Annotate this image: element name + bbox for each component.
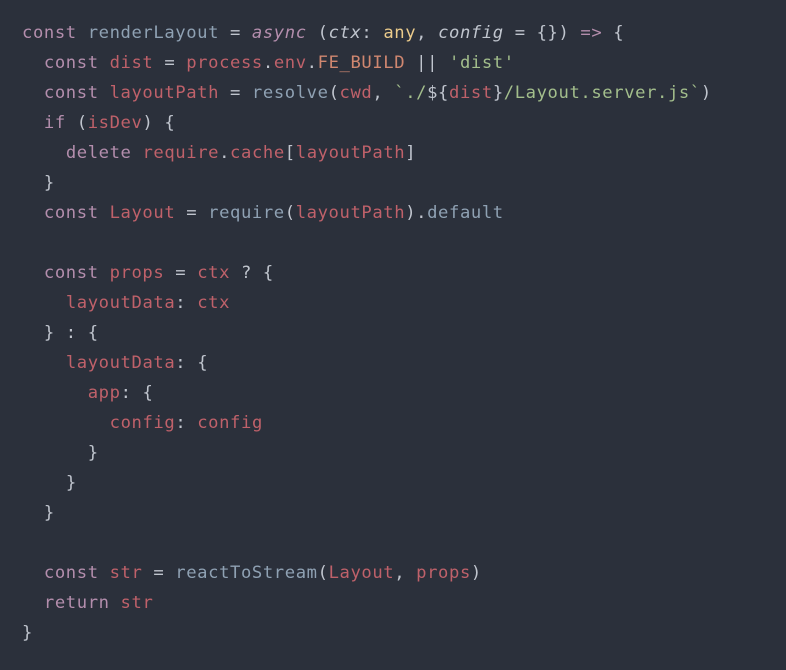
code-token: ).	[405, 203, 427, 223]
code-token: /Layout.server.js`	[504, 83, 701, 103]
code-token: )	[701, 83, 712, 103]
code-token: any	[383, 23, 416, 43]
code-token: =	[153, 53, 186, 73]
code-token: ${	[427, 83, 449, 103]
code-token: =	[175, 203, 208, 223]
code-token: layoutPath	[110, 83, 219, 103]
code-token: config	[110, 413, 176, 433]
code-token: ? {	[230, 263, 274, 283]
code-token: require	[142, 143, 219, 163]
code-token: process	[186, 53, 263, 73]
code-token: .	[219, 143, 230, 163]
code-token: (	[66, 113, 88, 133]
code-token: }	[66, 473, 77, 493]
code-token: const	[44, 263, 110, 283]
code-token: }	[493, 83, 504, 103]
code-token: cache	[230, 143, 285, 163]
code-token: =>	[580, 23, 602, 43]
code-token: ctx	[197, 293, 230, 313]
code-token: const	[44, 563, 110, 583]
code-token: props	[110, 263, 165, 283]
code-token: }	[44, 173, 55, 193]
code-token: const	[22, 23, 88, 43]
code-token: ctx	[197, 263, 230, 283]
code-editor: const renderLayout = async (ctx: any, co…	[0, 0, 786, 648]
code-token: } : {	[44, 323, 99, 343]
code-token: const	[44, 203, 110, 223]
code-token: (	[318, 563, 329, 583]
code-token: = {})	[504, 23, 581, 43]
code-token: :	[175, 293, 197, 313]
code-token: ) {	[142, 113, 175, 133]
code-token: :	[175, 413, 197, 433]
code-token: resolve	[252, 83, 329, 103]
code-token: .	[307, 53, 318, 73]
code-token: (	[329, 83, 340, 103]
code-token: }	[44, 503, 55, 523]
code-token: [	[285, 143, 296, 163]
code-token: if	[44, 113, 66, 133]
code-token: =	[142, 563, 175, 583]
code-token: isDev	[88, 113, 143, 133]
code-token: env	[274, 53, 307, 73]
code-token: dist	[110, 53, 154, 73]
code-token: Layout	[329, 563, 395, 583]
code-token: )	[471, 563, 482, 583]
code-token: (	[307, 23, 329, 43]
code-token: .	[263, 53, 274, 73]
code-token: (	[285, 203, 296, 223]
code-token: : {	[175, 353, 208, 373]
code-token: app	[88, 383, 121, 403]
code-token: :	[361, 23, 383, 43]
code-token: ]	[405, 143, 416, 163]
code-token: config	[438, 23, 504, 43]
code-token: ,	[394, 563, 416, 583]
code-token: str	[121, 593, 154, 613]
code-token: layoutPath	[296, 143, 405, 163]
code-token: require	[208, 203, 285, 223]
code-token: dist	[449, 83, 493, 103]
code-token: default	[427, 203, 504, 223]
code-token: props	[416, 563, 471, 583]
code-token: config	[197, 413, 263, 433]
code-token: : {	[121, 383, 154, 403]
code-token: 'dist'	[449, 53, 515, 73]
code-token: =	[219, 23, 252, 43]
code-token: reactToStream	[175, 563, 317, 583]
code-token: FE_BUILD	[318, 53, 406, 73]
code-token: =	[219, 83, 252, 103]
code-token: }	[88, 443, 99, 463]
code-token: layoutData	[66, 353, 175, 373]
code-token: const	[44, 83, 110, 103]
code-token: `./	[394, 83, 427, 103]
code-token: layoutData	[66, 293, 175, 313]
code-token: renderLayout	[88, 23, 219, 43]
code-token: const	[44, 53, 110, 73]
code-token: layoutPath	[296, 203, 405, 223]
code-token: delete	[66, 143, 143, 163]
code-token: cwd	[340, 83, 373, 103]
code-token: ||	[405, 53, 449, 73]
code-token: str	[110, 563, 143, 583]
code-token: {	[602, 23, 624, 43]
code-token: }	[22, 623, 33, 643]
code-token: async	[252, 23, 307, 43]
code-token: ,	[416, 23, 438, 43]
code-token: Layout	[110, 203, 176, 223]
code-token: ,	[372, 83, 394, 103]
code-token: ctx	[329, 23, 362, 43]
code-token: return	[44, 593, 121, 613]
code-token: =	[164, 263, 197, 283]
